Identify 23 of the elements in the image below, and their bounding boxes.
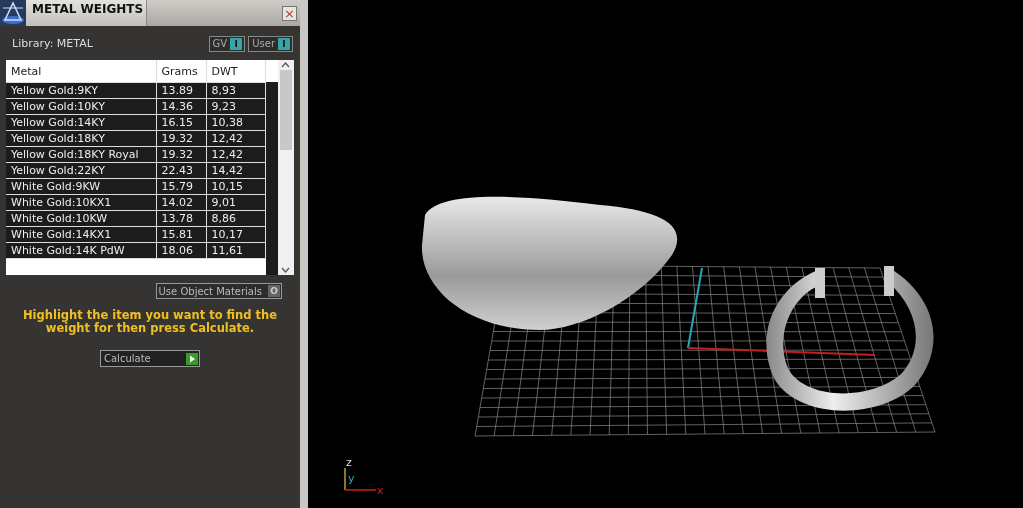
- panel-title: METAL WEIGHTS: [26, 0, 147, 26]
- toggle-button[interactable]: GV I: [208, 35, 246, 52]
- z-axis-label: z: [346, 456, 352, 469]
- table-cell[interactable]: 13.89: [156, 82, 206, 99]
- column-header[interactable]: Grams: [156, 60, 206, 83]
- x-axis-label: x: [377, 484, 384, 497]
- toggle-indicator: I: [278, 37, 290, 50]
- toggle-indicator: O: [268, 285, 280, 297]
- table-cell[interactable]: 8,93: [206, 82, 265, 99]
- close-button[interactable]: ×: [282, 5, 297, 21]
- scale-icon: [0, 0, 26, 26]
- column-header[interactable]: DWT: [206, 60, 265, 83]
- y-axis-label: y: [348, 472, 355, 485]
- library-label: Library: METAL: [12, 37, 93, 50]
- toggle-button[interactable]: Use Object Materials O: [155, 283, 282, 299]
- scrollbar-thumb[interactable]: [279, 70, 292, 150]
- instruction-text: Highlight the item you want to find the weight for then press Calculate.: [22, 309, 278, 335]
- toggle-button[interactable]: User I: [248, 35, 293, 52]
- axis-gizmo-icon: [344, 467, 377, 491]
- table-cell[interactable]: Yellow Gold:9KY: [6, 82, 156, 99]
- toggle-indicator: I: [230, 37, 243, 50]
- column-header[interactable]: Metal: [6, 60, 156, 83]
- calculate-button[interactable]: Calculate: [100, 350, 200, 367]
